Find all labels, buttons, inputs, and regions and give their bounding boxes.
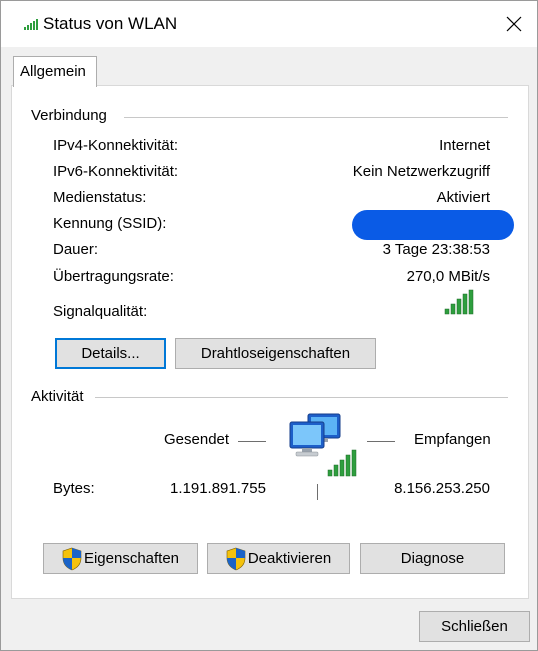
tab-label: Allgemein bbox=[20, 63, 86, 80]
ipv6-label: IPv6-Konnektivität: bbox=[53, 163, 179, 180]
sent-connector-line bbox=[238, 441, 266, 442]
duration-label: Dauer: bbox=[53, 241, 99, 258]
speed-label: Übertragungsrate: bbox=[53, 268, 174, 285]
details-button[interactable]: Details... bbox=[55, 338, 166, 369]
ipv4-value: Internet bbox=[439, 137, 490, 154]
ssid-label: Kennung (SSID): bbox=[53, 215, 167, 232]
close-button[interactable]: Schließen bbox=[419, 611, 530, 642]
ipv4-label: IPv4-Konnektivität: bbox=[53, 137, 179, 154]
wireless-properties-button[interactable]: Drahtloseigenschaften bbox=[175, 338, 376, 369]
window-title: Status von WLAN bbox=[43, 14, 178, 33]
general-panel: Verbindung IPv4-Konnektivität: Internet … bbox=[11, 85, 529, 599]
disable-button[interactable]: Deaktivieren bbox=[207, 543, 350, 574]
properties-button[interactable]: Eigenschaften bbox=[43, 543, 198, 574]
network-computers-icon bbox=[289, 413, 357, 477]
received-label: Empfangen bbox=[414, 431, 491, 448]
received-connector-line bbox=[367, 441, 395, 442]
bytes-received-value: 8.156.253.250 bbox=[394, 480, 490, 497]
wifi-signal-icon bbox=[24, 19, 38, 30]
properties-button-label: Eigenschaften bbox=[83, 550, 180, 567]
bytes-label: Bytes: bbox=[53, 480, 95, 497]
signal-strength-icon bbox=[444, 289, 474, 315]
diagnose-button[interactable]: Diagnose bbox=[360, 543, 505, 574]
ipv6-value: Kein Netzwerkzugriff bbox=[352, 163, 490, 180]
media-status-label: Medienstatus: bbox=[53, 189, 147, 206]
title-bar: Status von WLAN bbox=[1, 1, 537, 47]
status-dialog: Status von WLAN Allgemein Verbindung IPv… bbox=[0, 0, 538, 651]
shield-icon bbox=[226, 547, 246, 570]
activity-group-label: Aktivität bbox=[31, 388, 84, 405]
signal-quality-label: Signalqualität: bbox=[53, 303, 148, 320]
tab-allgemein[interactable]: Allgemein bbox=[13, 56, 97, 87]
connection-group-label: Verbindung bbox=[31, 107, 107, 124]
media-status-value: Aktiviert bbox=[436, 189, 490, 206]
sent-label: Gesendet bbox=[164, 431, 230, 448]
disable-button-label: Deaktivieren bbox=[247, 550, 332, 567]
shield-icon bbox=[62, 547, 82, 570]
speed-value: 270,0 MBit/s bbox=[406, 268, 490, 285]
bytes-sent-value: 1.191.891.755 bbox=[170, 480, 266, 497]
duration-value: 3 Tage 23:38:53 bbox=[382, 241, 490, 258]
close-window-button[interactable] bbox=[491, 1, 537, 47]
close-icon bbox=[506, 16, 522, 32]
activity-group-divider bbox=[95, 397, 508, 398]
connection-group-divider bbox=[124, 117, 508, 118]
bytes-divider bbox=[317, 484, 318, 500]
ssid-redacted-value bbox=[352, 210, 514, 240]
